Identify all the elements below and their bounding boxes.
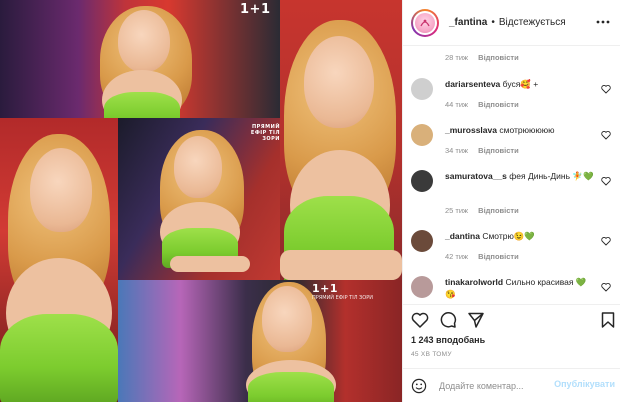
comment-time: 44 тиж [445,100,469,109]
likes-count[interactable]: 1 243 вподобань [411,335,485,345]
author-avatar[interactable] [411,8,439,37]
comment-time: 34 тиж [445,146,469,155]
photo-tile-2 [280,0,402,280]
publish-button[interactable]: Опублікувати [554,379,615,389]
comment-input[interactable] [439,380,559,391]
comment-username[interactable]: tinakarolworld [445,277,503,287]
heart-icon[interactable] [601,282,611,292]
comment-text: dariarsenteva буся🥰 + [445,78,595,90]
heart-icon[interactable] [601,236,611,246]
follow-status[interactable]: Відстежується [499,17,566,28]
comment-content: фея Динь-Динь 🧚💚 [509,171,594,181]
reply-link[interactable]: Відповісти [478,100,519,109]
comment-username[interactable]: dariarsenteva [445,79,500,89]
smiley-icon[interactable] [411,378,427,394]
comment-text: _dantina Смотрю😉💚 [445,230,595,242]
share-icon[interactable] [467,311,485,329]
avatar[interactable] [411,124,433,146]
more-horizontal-icon[interactable] [595,14,611,30]
comment-time: 28 тиж [445,53,469,62]
comments-list[interactable]: 28 тиж Відповісти dariarsenteva буся🥰 + … [403,46,620,304]
avatar-logo-icon [420,19,430,26]
comment-content: смотрююююю [499,125,555,135]
post-sidebar: _fantina • Відстежується 28 тиж Відповіс… [402,0,620,402]
comment-time: 25 тиж [445,206,469,215]
post-header: _fantina • Відстежується [403,0,620,46]
channel-logo: 1+1 ПРЯМИЙ ЕФІР ТІЛ ЗОРИ [312,282,373,301]
reply-link[interactable]: Відповісти [478,146,519,155]
photo-tile-5: 1+1 ПРЯМИЙ ЕФІР ТІЛ ЗОРИ [118,280,402,402]
bookmark-icon[interactable] [599,311,617,329]
comment-text: tinakarolworld Сильно красивая 💚😘 [445,276,595,300]
post-media[interactable]: 1+1 ПРЯМИЙ ЕФІР ТІЛ ЗОРИ 1+1 ПРЯМИЙ ЕФІР… [0,0,402,402]
channel-logo: 1+1 [240,2,271,17]
live-caption: ПРЯМИЙ ЕФІР ТІЛ ЗОРИ [250,124,280,142]
heart-icon[interactable] [601,130,611,140]
post-timestamp[interactable]: 45 ХВ ТОМУ [411,351,452,358]
comment-username[interactable]: _murosslava [445,125,497,135]
heart-icon[interactable] [601,84,611,94]
comment-text: _murosslava смотрююююю [445,124,595,136]
comment-meta: 44 тиж Відповісти [445,100,519,109]
author-username[interactable]: _fantina [449,17,487,28]
avatar[interactable] [411,78,433,100]
comment-meta: 25 тиж Відповісти [445,206,519,215]
heart-icon[interactable] [601,176,611,186]
comment-time: 42 тиж [445,252,469,261]
comment-meta: 42 тиж Відповісти [445,252,519,261]
header-separator: • [491,17,495,28]
comment-username[interactable]: samuratova__s [445,171,507,181]
comment-icon[interactable] [439,311,457,329]
avatar[interactable] [411,170,433,192]
comment-content: буся🥰 + [502,79,539,89]
comment-meta: 34 тиж Відповісти [445,146,519,155]
photo-tile-3 [0,118,118,402]
avatar[interactable] [411,276,433,298]
comment-composer: Опублікувати [403,368,620,402]
comment-meta: 28 тиж Відповісти [445,53,519,62]
comment-username[interactable]: _dantina [445,231,480,241]
comment-content: Смотрю😉💚 [482,231,536,241]
reply-link[interactable]: Відповісти [478,206,519,215]
photo-tile-1: 1+1 [0,0,280,118]
comment-text: samuratova__s фея Динь-Динь 🧚💚 [445,170,595,182]
photo-tile-4: ПРЯМИЙ ЕФІР ТІЛ ЗОРИ [118,118,280,280]
heart-icon[interactable] [411,311,429,329]
reply-link[interactable]: Відповісти [478,252,519,261]
reply-link[interactable]: Відповісти [478,53,519,62]
avatar[interactable] [411,230,433,252]
